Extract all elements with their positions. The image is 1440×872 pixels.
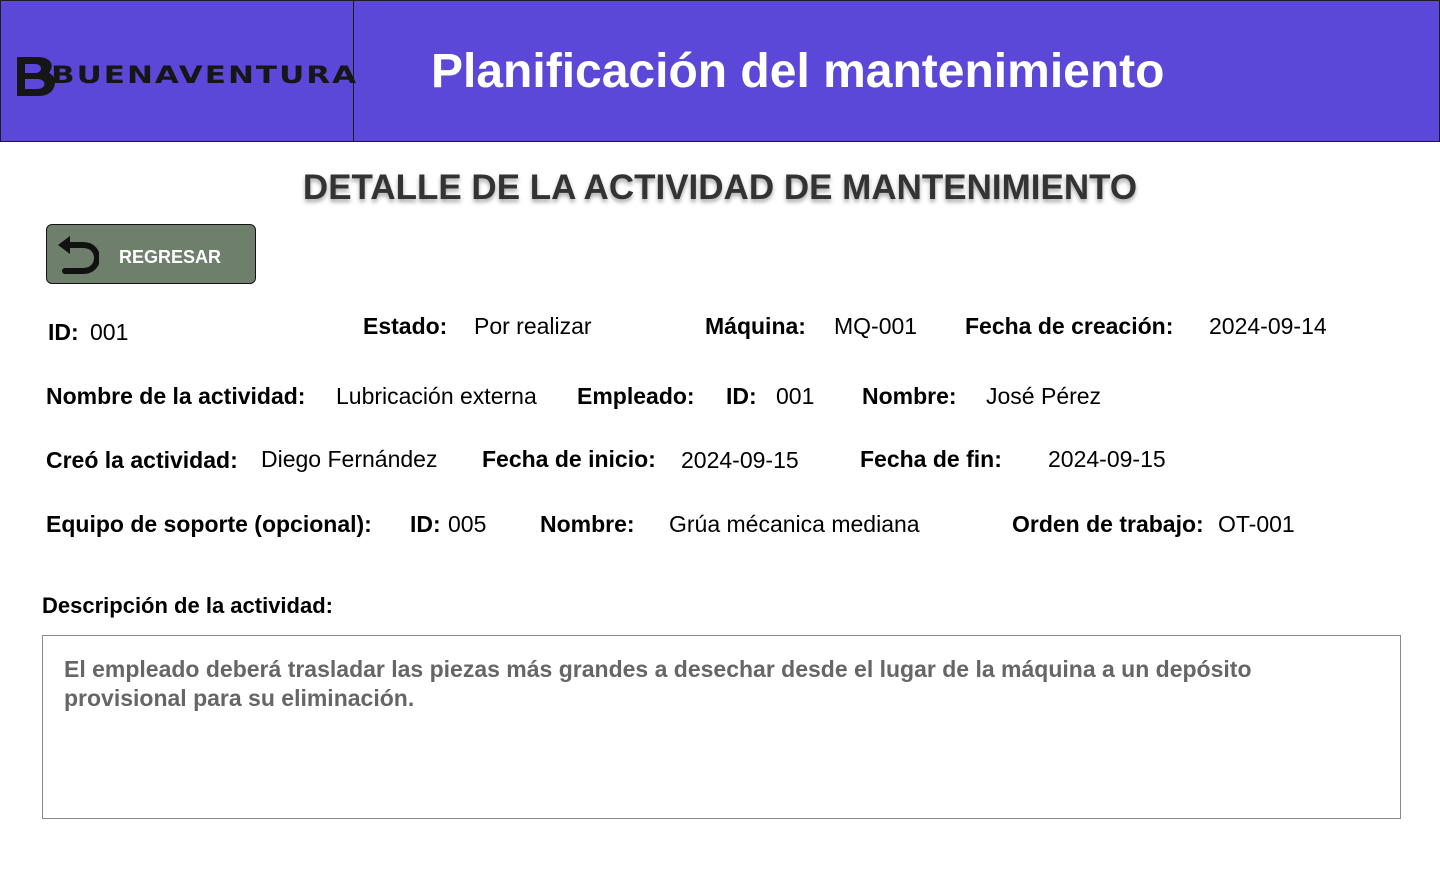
maquina-value: MQ-001: [834, 313, 918, 339]
equipo-nombre-label: Nombre:: [540, 511, 635, 537]
back-button[interactable]: REGRESAR: [46, 224, 256, 284]
logo-container: BUENAVENTURA: [1, 1, 356, 141]
undo-arrow-icon: [58, 236, 99, 274]
fecha-inicio-value: 2024-09-15: [681, 447, 799, 473]
equipo-id-label: ID:: [410, 511, 441, 537]
fecha-fin-label: Fecha de fin:: [860, 446, 1002, 472]
estado-value: Por realizar: [474, 313, 592, 339]
empleado-nombre-label: Nombre:: [862, 383, 957, 409]
page-title: DETALLE DE LA ACTIVIDAD DE MANTENIMIENTO: [302, 168, 1138, 207]
id-value: 001: [90, 319, 129, 345]
orden-trabajo-value: OT-001: [1218, 511, 1295, 537]
empleado-label: Empleado:: [577, 383, 695, 409]
fecha-inicio-label: Fecha de inicio:: [482, 446, 656, 472]
fecha-fin-value: 2024-09-15: [1048, 446, 1166, 472]
id-label: ID:: [48, 319, 79, 345]
description-box: El empleado deberá trasladar las piezas …: [42, 635, 1401, 819]
description-text: El empleado deberá trasladar las piezas …: [64, 656, 1252, 711]
creo-actividad-label: Creó la actividad:: [46, 447, 238, 473]
creo-actividad-value: Diego Fernández: [261, 446, 438, 472]
equipo-soporte-label: Equipo de soporte (opcional):: [46, 511, 372, 537]
description-label: Descripción de la actividad:: [42, 593, 333, 618]
fecha-creacion-label: Fecha de creación:: [965, 313, 1174, 339]
empleado-id-label: ID:: [726, 383, 757, 409]
equipo-nombre-value: Grúa mécanica mediana: [669, 511, 920, 537]
nombre-actividad-value: Lubricación externa: [336, 383, 537, 409]
equipo-id-value: 005: [448, 511, 487, 537]
estado-label: Estado:: [363, 313, 448, 339]
empleado-id-value: 001: [776, 383, 815, 409]
app-header: BUENAVENTURA Planificación del mantenimi…: [0, 0, 1440, 142]
empleado-nombre-value: José Pérez: [986, 383, 1102, 409]
back-button-label: REGRESAR: [119, 247, 222, 267]
fecha-creacion-value: 2024-09-14: [1209, 313, 1327, 339]
logo-text: BUENAVENTURA: [51, 61, 359, 90]
maquina-label: Máquina:: [705, 313, 806, 339]
nombre-actividad-label: Nombre de la actividad:: [46, 383, 306, 409]
orden-trabajo-label: Orden de trabajo:: [1012, 511, 1204, 537]
header-title: Planificación del mantenimiento: [431, 45, 1165, 98]
